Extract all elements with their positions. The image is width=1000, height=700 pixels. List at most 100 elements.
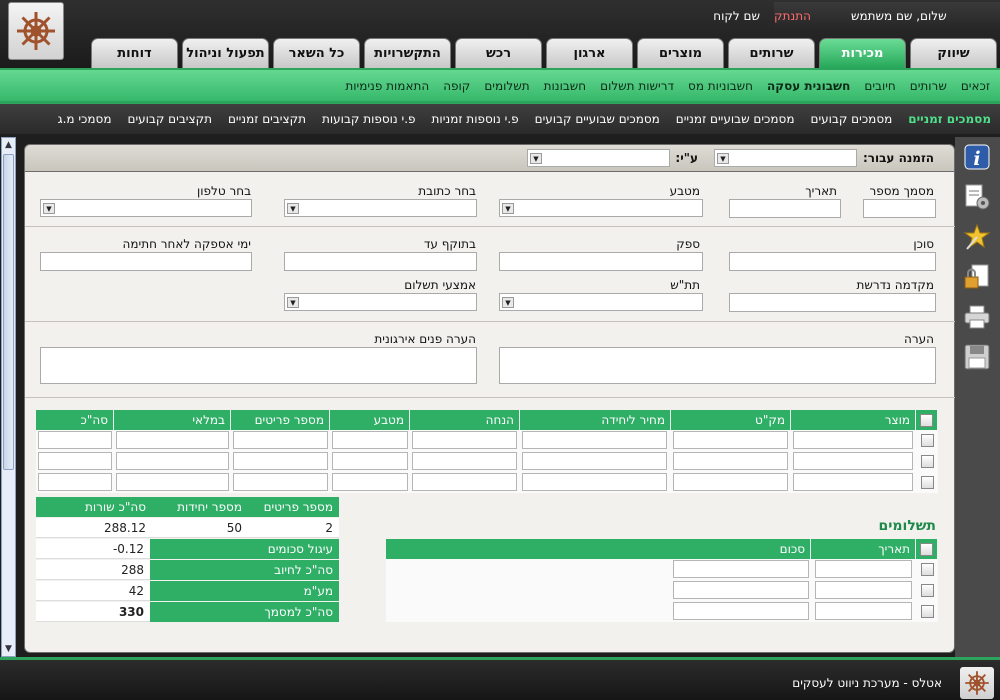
- phone-select[interactable]: ▼: [40, 199, 252, 217]
- tab-sales[interactable]: מכירות: [819, 38, 906, 68]
- tab-marketing[interactable]: שיווק: [910, 38, 997, 68]
- lock-document-icon[interactable]: [962, 263, 992, 291]
- col-header: סה"כ: [36, 410, 114, 430]
- subnav-item-active[interactable]: חשבונית עסקה: [767, 79, 850, 93]
- tab-operations[interactable]: תפעול וניהול: [182, 38, 269, 68]
- table-cell-input[interactable]: [233, 431, 328, 449]
- doc-no-input[interactable]: [863, 199, 936, 218]
- app-logo[interactable]: [8, 2, 64, 60]
- table-cell-input[interactable]: [116, 431, 229, 449]
- vertical-scrollbar[interactable]: ▲ ▼: [1, 137, 16, 657]
- supply-days-input[interactable]: [40, 252, 252, 271]
- table-cell-input[interactable]: [522, 452, 667, 470]
- by-select[interactable]: ▼: [527, 149, 670, 167]
- table-cell-input[interactable]: [522, 431, 667, 449]
- table-cell-input[interactable]: [793, 452, 913, 470]
- save-icon[interactable]: [962, 343, 992, 371]
- agent-input[interactable]: [729, 252, 936, 271]
- table-cell-input[interactable]: [116, 452, 229, 470]
- table-cell-input[interactable]: [673, 473, 788, 491]
- logout-link[interactable]: התנתק: [774, 9, 811, 23]
- table-cell-input[interactable]: [673, 431, 788, 449]
- subnav-item[interactable]: חשבונות: [544, 79, 587, 93]
- table-cell-input[interactable]: [233, 452, 328, 470]
- tab-products[interactable]: מוצרים: [637, 38, 724, 68]
- row-checkbox[interactable]: [921, 605, 934, 618]
- subnav-item[interactable]: זכאים: [961, 79, 990, 93]
- table-cell-input[interactable]: [522, 473, 667, 491]
- table-cell-input[interactable]: [673, 602, 809, 620]
- table-cell-input[interactable]: [38, 431, 112, 449]
- subnav-item[interactable]: חיובים: [864, 79, 895, 93]
- table-cell-input[interactable]: [673, 452, 788, 470]
- table-cell-input[interactable]: [116, 473, 229, 491]
- subnav2-item[interactable]: מסמכי מ.ג: [58, 112, 112, 126]
- internal-remark-textarea[interactable]: [40, 347, 477, 384]
- subnav-item[interactable]: חשבוניות מס: [688, 79, 753, 93]
- row-checkbox[interactable]: [921, 476, 934, 489]
- table-cell-input[interactable]: [815, 581, 912, 599]
- table-cell-input[interactable]: [38, 473, 112, 491]
- row-checkbox[interactable]: [921, 584, 934, 597]
- table-cell-input[interactable]: [412, 452, 517, 470]
- subnav2-item[interactable]: תקציבים זמניים: [228, 112, 306, 126]
- table-cell-input[interactable]: [332, 431, 408, 449]
- chevron-down-icon: ▼: [287, 297, 299, 308]
- table-cell-input[interactable]: [793, 431, 913, 449]
- table-cell-input[interactable]: [673, 560, 809, 578]
- subnav2-item[interactable]: מסמכים שבועיים קבועים: [535, 112, 660, 126]
- tab-purchasing[interactable]: רכש: [455, 38, 542, 68]
- table-cell-input[interactable]: [412, 431, 517, 449]
- table-cell-input[interactable]: [793, 473, 913, 491]
- subnav-item[interactable]: דרישות תשלום: [600, 79, 674, 93]
- subnav2-item-active[interactable]: מסמכים זמניים: [908, 112, 991, 126]
- table-cell-input[interactable]: [815, 560, 912, 578]
- table-cell-input[interactable]: [233, 473, 328, 491]
- valid-until-input[interactable]: [284, 252, 477, 271]
- table-cell-input[interactable]: [412, 473, 517, 491]
- table-cell-input[interactable]: [673, 581, 809, 599]
- document-settings-icon[interactable]: [962, 183, 992, 211]
- tab-services[interactable]: שרותים: [728, 38, 815, 68]
- tab-contracts[interactable]: התקשרויות: [364, 38, 451, 68]
- select-all-checkbox[interactable]: [920, 413, 933, 427]
- subnav-item[interactable]: קופה: [443, 79, 470, 93]
- subnav2-item[interactable]: תקציבים קבועים: [127, 112, 211, 126]
- payment-method-select[interactable]: ▼: [284, 293, 477, 311]
- col-header: מספר פריטים: [231, 410, 330, 430]
- tab-reports[interactable]: דוחות: [91, 38, 178, 68]
- table-cell-input[interactable]: [38, 452, 112, 470]
- table-cell-input[interactable]: [332, 473, 408, 491]
- subnav2-item[interactable]: פ.י נוספות זמניות: [432, 112, 519, 126]
- order-for-select[interactable]: ▼: [714, 149, 857, 167]
- advance-input[interactable]: [729, 293, 936, 312]
- remark-textarea[interactable]: [499, 347, 936, 384]
- scroll-down-icon[interactable]: ▼: [2, 642, 15, 656]
- print-icon[interactable]: [962, 303, 992, 331]
- subnav2-item[interactable]: מסמכים קבועים: [810, 112, 892, 126]
- subnav2-item[interactable]: פ.י נוספות קבועות: [322, 112, 416, 126]
- address-select[interactable]: ▼: [284, 199, 477, 217]
- payments-select-all-checkbox[interactable]: [920, 542, 933, 556]
- info-icon[interactable]: i: [962, 143, 992, 171]
- wizard-icon[interactable]: [962, 223, 992, 251]
- table-cell-input[interactable]: [332, 452, 408, 470]
- table-cell-input[interactable]: [815, 602, 912, 620]
- row-checkbox[interactable]: [921, 563, 934, 576]
- subnav2-item[interactable]: מסמכים שבועיים זמניים: [676, 112, 795, 126]
- currency-select[interactable]: ▼: [499, 199, 703, 217]
- footer-logo[interactable]: [960, 667, 994, 699]
- chevron-down-icon: ▼: [530, 153, 542, 164]
- subnav-item[interactable]: התאמות פנימיות: [345, 79, 429, 93]
- subnav-item[interactable]: שרותים: [910, 79, 947, 93]
- tab-other[interactable]: כל השאר: [273, 38, 360, 68]
- subtotal-select[interactable]: ▼: [499, 293, 703, 311]
- subnav-item[interactable]: תשלומים: [484, 79, 529, 93]
- supplier-input[interactable]: [499, 252, 703, 271]
- tab-organization[interactable]: ארגון: [546, 38, 633, 68]
- row-checkbox[interactable]: [921, 434, 934, 447]
- row-checkbox[interactable]: [921, 455, 934, 468]
- date-input[interactable]: [729, 199, 841, 218]
- scroll-thumb[interactable]: [3, 154, 14, 470]
- scroll-up-icon[interactable]: ▲: [2, 138, 15, 152]
